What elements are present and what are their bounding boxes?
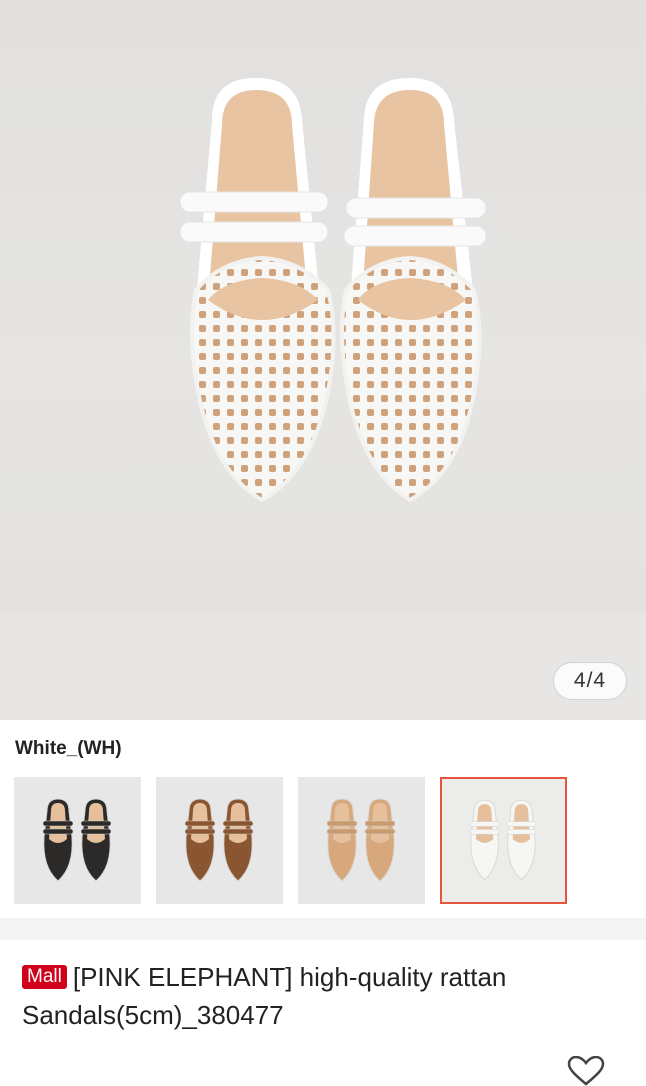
black-sandal-thumb — [42, 798, 112, 882]
sandals-photo — [179, 78, 487, 503]
thumb-strap-shape — [222, 820, 254, 827]
right-sandal — [340, 78, 487, 503]
thumb-strap-shape — [80, 828, 112, 835]
thumb-strap-shape — [184, 820, 216, 827]
section-divider — [0, 918, 646, 940]
white-sandal-thumb — [469, 799, 537, 881]
thumb-strap-shape — [364, 820, 396, 827]
thumb-strap-shape — [222, 828, 254, 835]
thumb-strap-shape — [42, 820, 74, 827]
brown-sandal-thumb — [184, 798, 254, 882]
product-main-image[interactable] — [0, 0, 646, 612]
thumb-strap-shape — [506, 821, 537, 827]
mall-badge: Mall — [22, 965, 67, 989]
product-gallery[interactable]: 4/4 — [0, 0, 646, 720]
thumb-strap-shape — [364, 828, 396, 835]
heart-outline-icon[interactable] — [566, 1056, 606, 1086]
thumb-strap-shape — [506, 829, 537, 835]
variant-thumb-white[interactable] — [440, 777, 567, 904]
thumb-strap-shape — [326, 820, 358, 827]
thumb-strap-shape — [184, 828, 216, 835]
beige-sandal-thumb — [326, 798, 396, 882]
variant-thumb-black[interactable] — [14, 777, 141, 904]
thumb-strap-shape — [42, 828, 74, 835]
product-title-text: [PINK ELEPHANT] high-quality rattan Sand… — [22, 962, 507, 1030]
left-sandal — [179, 78, 336, 503]
thumb-strap-shape — [326, 828, 358, 835]
thumb-strap-shape — [80, 820, 112, 827]
image-counter: 4/4 — [553, 662, 627, 700]
thumb-strap-shape — [469, 821, 500, 827]
variant-thumb-beige[interactable] — [298, 777, 425, 904]
thumb-strap-shape — [469, 829, 500, 835]
variant-thumb-brown[interactable] — [156, 777, 283, 904]
selected-variant-label: White_(WH) — [15, 738, 122, 759]
product-title: Mall [PINK ELEPHANT] high-quality rattan … — [22, 958, 622, 1034]
